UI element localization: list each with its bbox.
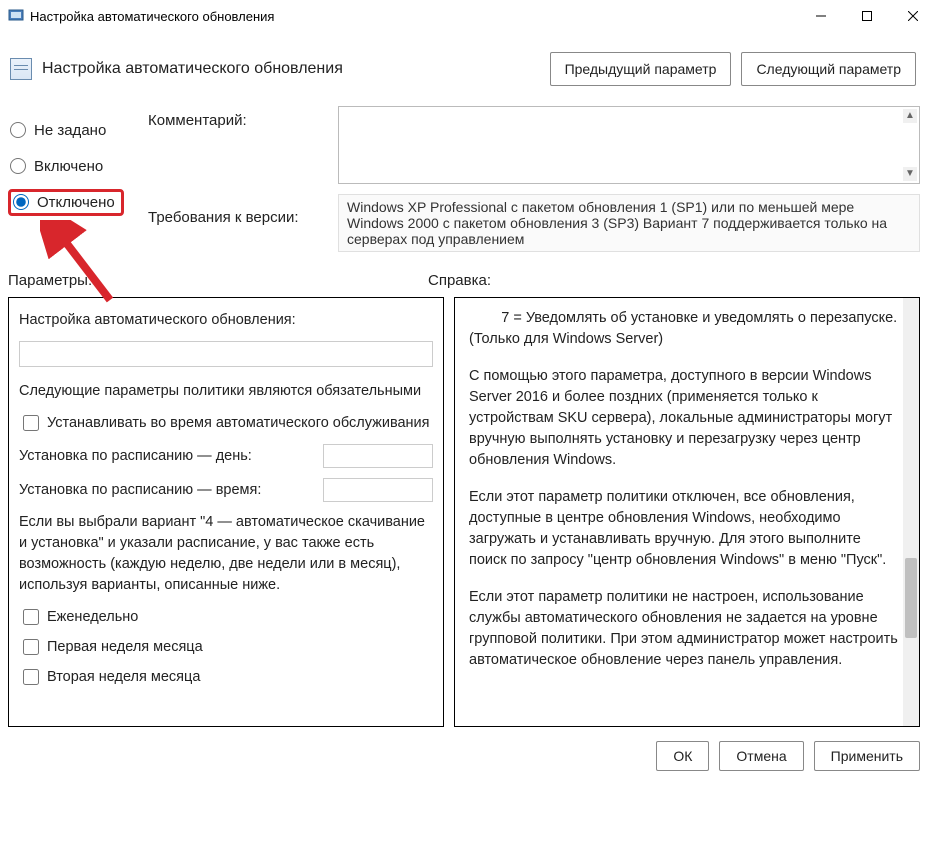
options-section-label: Параметры: — [8, 272, 428, 289]
help-paragraph-3: Если этот параметр политики отключен, вс… — [469, 487, 899, 571]
radio-disabled[interactable] — [13, 194, 29, 210]
checkbox-second-week[interactable] — [23, 669, 39, 685]
apply-button[interactable]: Применить — [814, 741, 920, 771]
help-pane: 7 = Уведомлять об установке и уведомлять… — [454, 297, 920, 727]
previous-setting-button[interactable]: Предыдущий параметр — [550, 52, 732, 86]
options-following-text: Следующие параметры политики являются об… — [19, 381, 433, 402]
schedule-time-dropdown[interactable] — [323, 478, 433, 502]
update-config-dropdown[interactable] — [19, 341, 433, 367]
options-pane: Настройка автоматического обновления: Сл… — [8, 297, 444, 727]
radio-enabled[interactable] — [10, 158, 26, 174]
schedule-day-dropdown[interactable] — [323, 444, 433, 468]
checkbox-first-week[interactable] — [23, 639, 39, 655]
radio-not-configured[interactable] — [10, 122, 26, 138]
cancel-button[interactable]: Отмена — [719, 741, 803, 771]
radio-disabled-label: Отключено — [37, 194, 115, 211]
checkbox-weekly-label: Еженедельно — [47, 607, 138, 628]
checkbox-install-during-maintenance[interactable] — [23, 415, 39, 431]
options-note: Если вы выбрали вариант "4 — автоматичес… — [19, 512, 433, 596]
help-scrollbar[interactable] — [903, 298, 919, 726]
close-button[interactable] — [890, 0, 936, 32]
options-title: Настройка автоматического обновления: — [19, 310, 433, 331]
checkbox-second-week-label: Вторая неделя месяца — [47, 667, 200, 688]
checkbox-weekly[interactable] — [23, 609, 39, 625]
scroll-down-icon[interactable]: ▼ — [903, 167, 917, 181]
policy-icon — [10, 58, 32, 80]
schedule-day-label: Установка по расписанию — день: — [19, 446, 323, 467]
app-icon — [8, 8, 24, 24]
help-section-label: Справка: — [428, 272, 491, 289]
help-paragraph-2: С помощью этого параметра, доступного в … — [469, 366, 899, 471]
next-setting-button[interactable]: Следующий параметр — [741, 52, 916, 86]
radio-not-configured-label: Не задано — [34, 122, 106, 139]
policy-title: Настройка автоматического обновления — [42, 60, 550, 78]
highlight-annotation: Отключено — [8, 189, 124, 216]
title-bar: Настройка автоматического обновления — [0, 0, 936, 32]
help-scrollbar-thumb[interactable] — [905, 558, 917, 638]
checkbox-install-during-maintenance-label: Устанавливать во время автоматического о… — [47, 413, 430, 434]
radio-enabled-label: Включено — [34, 158, 103, 175]
ok-button[interactable]: ОК — [656, 741, 709, 771]
schedule-time-label: Установка по расписанию — время: — [19, 480, 323, 501]
maximize-button[interactable] — [844, 0, 890, 32]
dialog-footer: ОК Отмена Применить — [0, 727, 936, 771]
help-paragraph-1: 7 = Уведомлять об установке и уведомлять… — [469, 308, 899, 350]
requirements-text: Windows XP Professional с пакетом обновл… — [338, 194, 920, 252]
checkbox-first-week-label: Первая неделя месяца — [47, 637, 203, 658]
comment-label: Комментарий: — [148, 112, 338, 129]
help-paragraph-4: Если этот параметр политики не настроен,… — [469, 587, 899, 671]
scroll-up-icon[interactable]: ▲ — [903, 109, 917, 123]
requirements-label: Требования к версии: — [148, 209, 338, 226]
minimize-button[interactable] — [798, 0, 844, 32]
window-title: Настройка автоматического обновления — [30, 9, 798, 24]
state-radio-group: Не задано Включено Отключено — [8, 106, 148, 252]
comment-textarea[interactable]: ▲ ▼ — [338, 106, 920, 184]
policy-header: Настройка автоматического обновления Пре… — [0, 32, 936, 96]
